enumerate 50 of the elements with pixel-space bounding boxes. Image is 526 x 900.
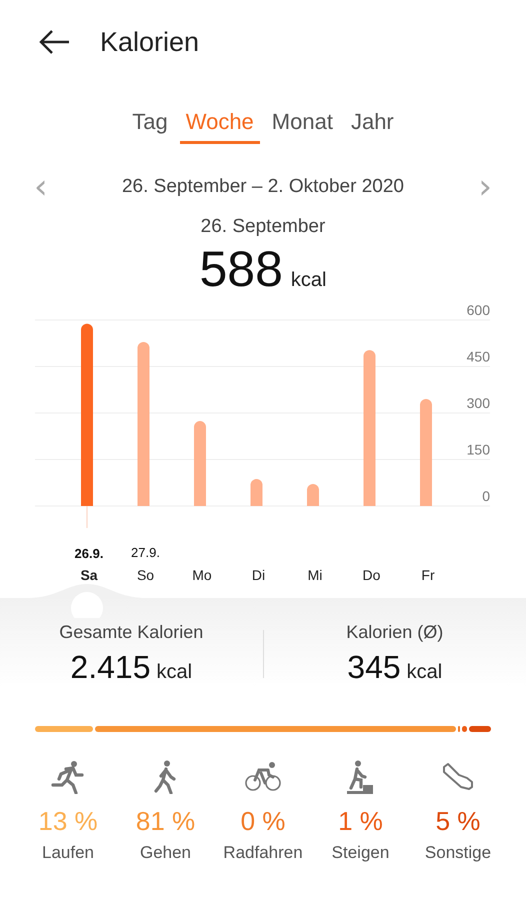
axis-tick-label: 450 [466,348,490,364]
summary-value: 2.415 [70,649,150,686]
activity-percent: 0 % [240,806,286,837]
activity-percent: 5 % [436,806,480,837]
calorie-value: 588 [199,240,283,298]
axis-tick-label: 300 [466,395,490,411]
calorie-bar[interactable] [420,399,432,506]
axis-tick-label: 600 [466,304,490,318]
activity-percent: 13 % [38,806,98,837]
summary-label: Gesamte Kalorien [59,622,204,643]
period-tab[interactable]: Jahr [344,109,400,144]
calorie-bar[interactable] [364,350,376,506]
selected-date: 26. September [200,216,326,238]
summary-label: Kalorien (Ø) [346,622,444,643]
calorie-bar[interactable] [307,484,319,506]
day-label: Mi [308,567,322,583]
day-label: Di [252,567,266,583]
activity-label: Gehen [140,843,192,863]
calorie-bar[interactable] [81,324,93,506]
screen-title: Kalorien [100,26,200,58]
back-icon[interactable] [38,29,70,55]
calorie-bar[interactable] [138,342,150,506]
day-date-label: 27.9. [131,545,160,560]
calorie-bar[interactable] [250,479,262,506]
calorie-bar[interactable] [194,421,206,506]
activity-label: Steigen [332,843,390,863]
activity-percent: 1 % [338,806,383,837]
day-label: Sa [80,567,98,583]
unit-label: kcal [156,661,192,684]
period-tab[interactable]: Monat [266,109,339,144]
unit-label: kcal [406,661,442,684]
activity-label: Radfahren [223,843,303,863]
axis-tick-label: 0 [482,488,490,504]
cyclist-icon [244,760,282,794]
activity-label: Laufen [42,843,94,863]
date-range: 26. September – 2. Oktober 2020 [122,176,404,198]
walking-person-icon [152,760,178,794]
day-date-label: 26.9. [74,546,104,561]
day-label: Mo [192,567,212,583]
runner-icon [51,760,85,794]
unit-label: kcal [290,269,326,292]
period-tab[interactable]: Tag [126,109,174,144]
day-label: So [136,567,154,583]
axis-tick-label: 150 [466,442,490,458]
activity-label: Sonstige [424,843,492,863]
summary-value: 345 [347,649,401,686]
day-label: Do [362,567,380,583]
day-label: Fr [421,567,435,583]
stair-climber-icon [346,760,376,794]
activity-percent: 81 % [136,806,196,837]
